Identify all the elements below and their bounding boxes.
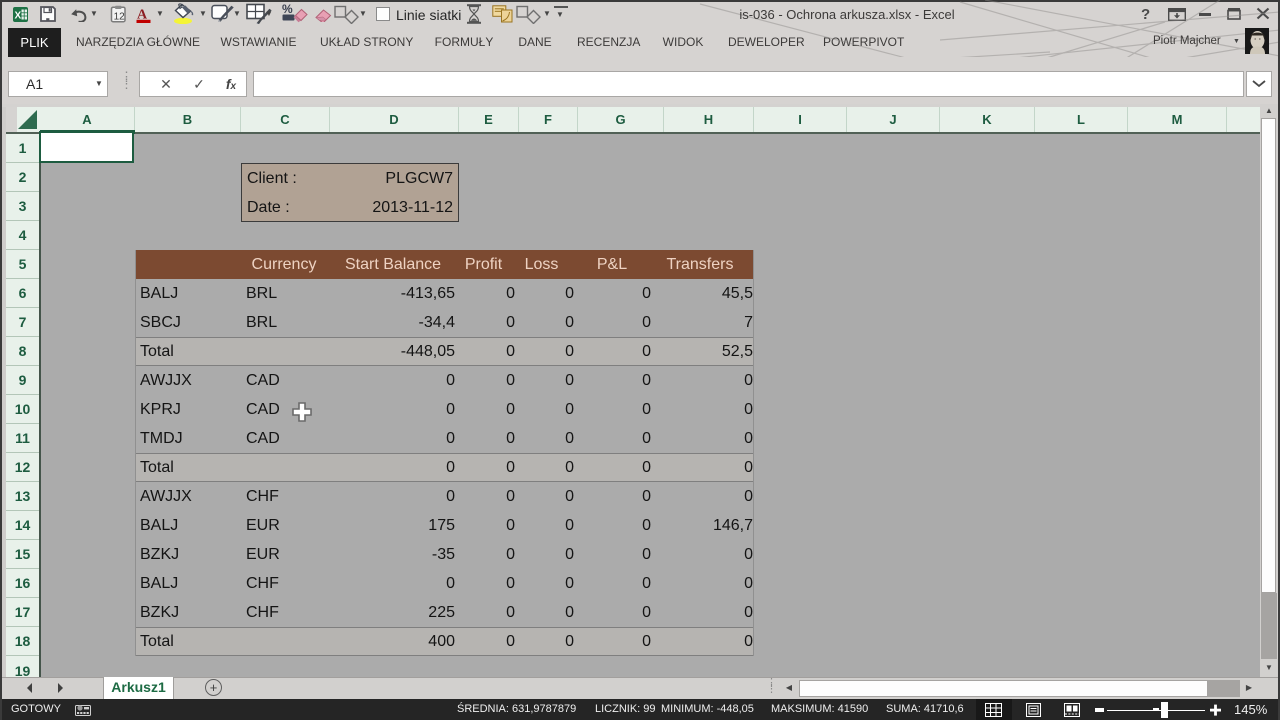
svg-text:X: X	[15, 11, 22, 22]
svg-text:%: %	[282, 2, 293, 16]
svg-text:12: 12	[114, 12, 126, 23]
